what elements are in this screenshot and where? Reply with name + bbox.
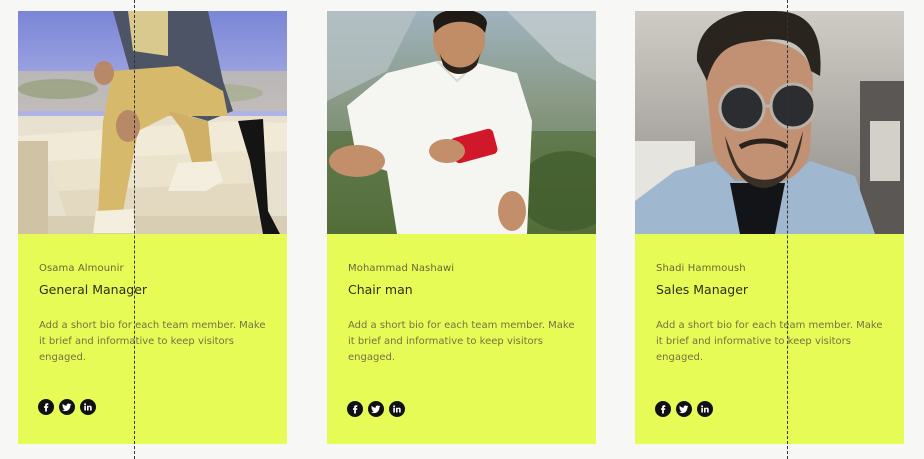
team-member-role: Sales Manager bbox=[656, 282, 749, 297]
team-member-role: Chair man bbox=[348, 282, 413, 297]
linkedin-icon[interactable] bbox=[389, 401, 405, 417]
team-member-bio: Add a short bio for each team member. Ma… bbox=[656, 320, 883, 363]
twitter-icon[interactable] bbox=[676, 401, 692, 417]
team-member-name: Mohammad Nashawi bbox=[348, 263, 455, 274]
team-member-name: Shadi Hammoush bbox=[656, 263, 746, 274]
twitter-icon[interactable] bbox=[59, 399, 75, 415]
team-member-photo bbox=[18, 11, 287, 234]
team-member-bio: Add a short bio for each team member. Ma… bbox=[39, 320, 266, 363]
team-member-role: General Manager bbox=[39, 282, 148, 297]
social-links bbox=[347, 401, 405, 417]
team-card: Shadi Hammoush Sales Manager Add a short… bbox=[635, 11, 904, 444]
team-member-bio: Add a short bio for each team member. Ma… bbox=[348, 320, 575, 363]
team-card: Mohammad Nashawi Chair man Add a short b… bbox=[327, 11, 596, 444]
facebook-icon[interactable] bbox=[347, 401, 363, 417]
team-member-photo bbox=[327, 11, 596, 234]
team-card: Osama Almounir General Manager Add a sho… bbox=[18, 11, 287, 444]
team-member-photo bbox=[635, 11, 904, 234]
social-links bbox=[655, 401, 713, 417]
facebook-icon[interactable] bbox=[655, 401, 671, 417]
linkedin-icon[interactable] bbox=[80, 399, 96, 415]
column-guide-line bbox=[134, 0, 135, 459]
facebook-icon[interactable] bbox=[38, 399, 54, 415]
column-guide-line bbox=[787, 0, 788, 459]
team-member-name: Osama Almounir bbox=[39, 263, 124, 274]
linkedin-icon[interactable] bbox=[697, 401, 713, 417]
social-links bbox=[38, 399, 96, 415]
twitter-icon[interactable] bbox=[368, 401, 384, 417]
